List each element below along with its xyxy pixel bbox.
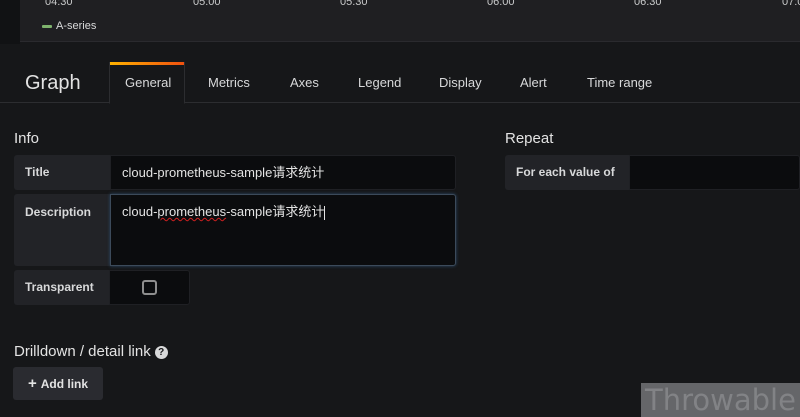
x-tick: 07:00 [782,0,800,8]
text-caret [324,205,326,220]
help-icon[interactable]: ? [154,346,168,359]
transparent-label: Transparent [14,270,109,305]
x-tick: 06:30 [634,0,662,8]
transparent-checkbox-wrap [109,270,190,305]
info-heading: Info [14,130,40,147]
description-textarea[interactable]: cloud-prometheus-sample请求统计 [110,194,456,266]
legend-label: A-series [56,20,97,32]
add-link-label: Add link [40,376,89,391]
drilldown-heading-text: Drilldown / detail link [14,343,151,360]
sidebar-edge [0,0,20,44]
tab-metrics[interactable]: Metrics [194,62,264,103]
graph-panel-preview: 04:30 05:00 05:30 06:00 06:30 07:00 A-se… [20,0,800,42]
drilldown-heading: Drilldown / detail link? [14,343,168,360]
transparent-row: Transparent [14,270,190,305]
watermark: Throwable [641,383,800,417]
title-input[interactable]: cloud-prometheus-sample请求统计 [110,155,456,190]
repeat-heading: Repeat [505,130,554,147]
tab-display[interactable]: Display [425,62,496,103]
description-text: -sample请求统计 [226,204,325,219]
tab-axes[interactable]: Axes [276,62,333,103]
title-row: Title cloud-prometheus-sample请求统计 [14,155,456,190]
x-tick: 05:30 [340,0,368,8]
for-each-label: For each value of [505,155,629,190]
tab-alert[interactable]: Alert [506,62,561,103]
tab-legend[interactable]: Legend [344,62,415,103]
x-tick: 05:00 [193,0,221,8]
panel-type-title: Graph [25,72,81,94]
repeat-row: For each value of [505,155,800,190]
series-color-swatch[interactable] [42,24,52,28]
tab-time-range[interactable]: Time range [573,62,666,103]
for-each-select[interactable] [629,155,800,190]
plus-icon: + [27,375,37,392]
editor-tab-bar: Graph General Metrics Axes Legend Displa… [0,62,800,104]
legend-item-a-series[interactable]: A-series [42,20,96,32]
x-tick: 06:00 [487,0,515,8]
add-link-button[interactable]: + Add link [13,367,103,400]
description-label: Description [14,194,110,266]
transparent-checkbox[interactable] [142,280,157,295]
description-text: cloud- [122,204,158,219]
tab-general[interactable]: General [109,62,185,104]
x-tick: 04:30 [45,0,73,8]
title-label: Title [14,155,110,190]
description-text-misspelled: prometheus [157,204,227,219]
description-row: Description cloud-prometheus-sample请求统计 [14,194,456,266]
